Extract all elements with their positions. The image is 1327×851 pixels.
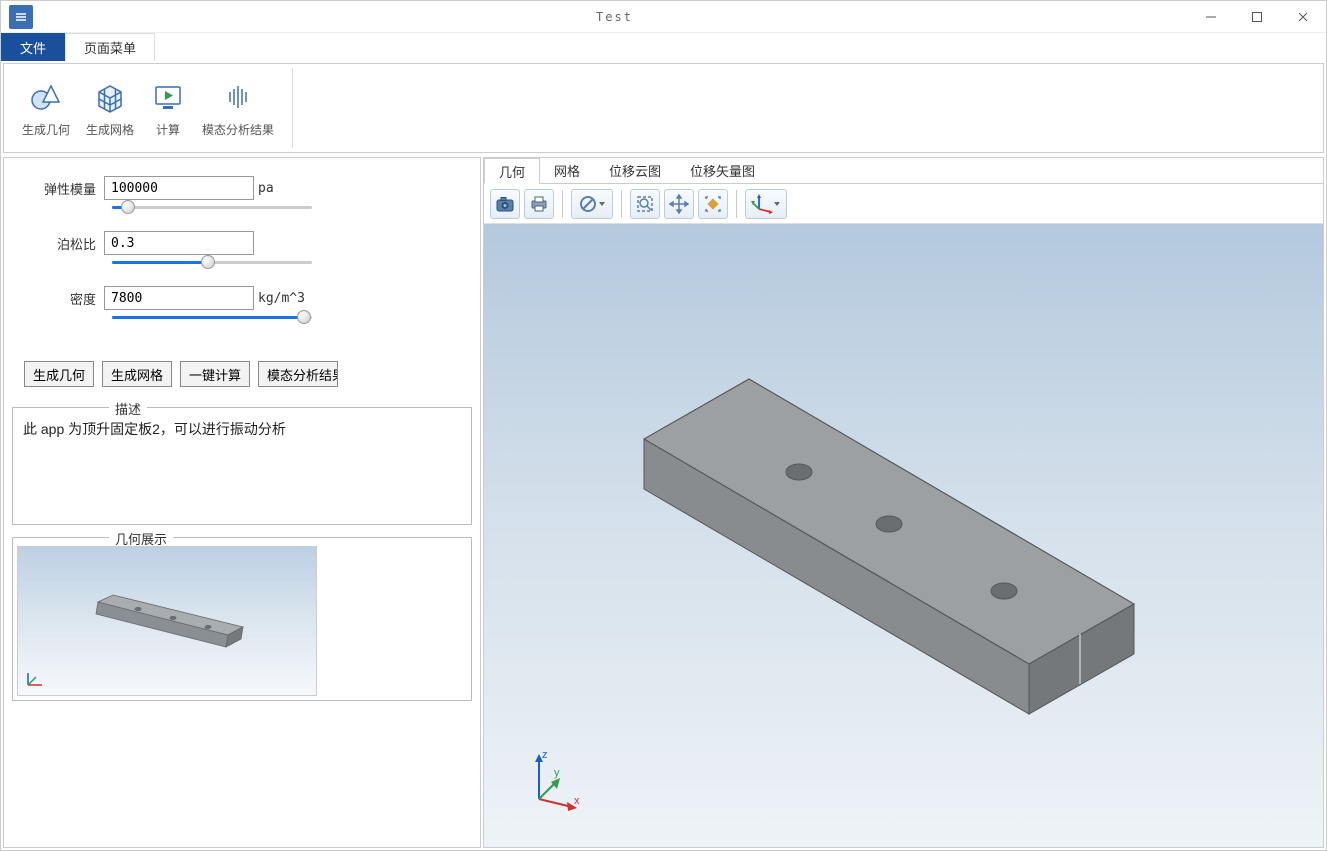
window-title: Test: [41, 10, 1188, 24]
tab-pagemenu[interactable]: 页面菜单: [65, 33, 155, 61]
zoom-fit-icon: [703, 194, 723, 214]
tab-mesh[interactable]: 网格: [540, 158, 595, 183]
zoom-box-button[interactable]: [630, 189, 660, 219]
ribbon-label: 计算: [156, 121, 180, 138]
param-label: 密度: [12, 289, 104, 308]
tab-displacement-cloud[interactable]: 位移云图: [595, 158, 676, 183]
toolbar-separator: [736, 190, 737, 218]
orientation-axes-button[interactable]: [745, 189, 787, 219]
param-poisson-ratio: 泊松比: [12, 231, 472, 255]
density-input[interactable]: [104, 286, 254, 310]
param-label: 泊松比: [12, 234, 104, 253]
ribbon: 生成几何 生成网格: [3, 63, 1324, 153]
shapes-icon: [28, 79, 64, 115]
viewer-toolbar: [484, 184, 1323, 224]
geometry-preview-fieldset: 几何展示: [12, 537, 472, 701]
titlebar: Test: [1, 1, 1326, 33]
param-density: 密度 kg/m^3: [12, 286, 472, 310]
print-icon: [529, 194, 549, 214]
param-label: 弹性模量: [12, 179, 104, 198]
ribbon-compute[interactable]: 计算: [142, 75, 194, 142]
elastic-modulus-slider[interactable]: [112, 206, 312, 209]
snapshot-button[interactable]: [490, 189, 520, 219]
tab-geometry[interactable]: 几何: [484, 158, 540, 184]
close-button[interactable]: [1280, 1, 1326, 33]
tab-file[interactable]: 文件: [1, 33, 65, 61]
zoom-box-icon: [635, 194, 655, 214]
maximize-button[interactable]: [1234, 1, 1280, 33]
camera-icon: [495, 194, 515, 214]
menu-tabs: 文件 页面菜单: [1, 33, 1326, 61]
pan-button[interactable]: [664, 189, 694, 219]
ribbon-label: 生成网格: [86, 121, 134, 138]
ribbon-label: 生成几何: [22, 121, 70, 138]
chevron-down-icon: [598, 194, 606, 214]
app-icon: [9, 5, 33, 29]
elastic-modulus-input[interactable]: [104, 176, 254, 200]
minimize-button[interactable]: [1188, 1, 1234, 33]
description-text: 此 app 为顶升固定板2，可以进行振动分析: [23, 418, 461, 514]
axis-z-label: z: [542, 749, 548, 761]
vibration-icon: [220, 79, 256, 115]
toolbar-separator: [562, 190, 563, 218]
axis-y-label: y: [554, 767, 560, 779]
fieldset-legend: 描述: [109, 399, 147, 418]
tab-displacement-vector[interactable]: 位移矢量图: [676, 158, 770, 183]
ribbon-modal-results[interactable]: 模态分析结果: [194, 75, 282, 142]
content-area: 弹性模量 pa 泊松比 密度 kg/m^3: [1, 155, 1326, 850]
density-slider[interactable]: [112, 316, 312, 319]
modal-analysis-results-button[interactable]: 模态分析结果: [258, 361, 338, 387]
param-unit: pa: [254, 181, 274, 196]
generate-mesh-button[interactable]: 生成网格: [102, 361, 172, 387]
action-buttons: 生成几何 生成网格 一键计算 模态分析结果: [24, 361, 472, 387]
description-fieldset: 描述 此 app 为顶升固定板2，可以进行振动分析: [12, 407, 472, 525]
mini-axis-icon: [22, 667, 46, 691]
chevron-down-icon: [773, 194, 781, 214]
pan-icon: [669, 194, 689, 214]
clear-selection-button[interactable]: [571, 189, 613, 219]
poisson-ratio-slider[interactable]: [112, 261, 312, 264]
param-unit: kg/m^3: [254, 291, 305, 306]
no-entry-icon: [578, 194, 598, 214]
print-button[interactable]: [524, 189, 554, 219]
axis-x-label: x: [574, 795, 580, 807]
cube-mesh-icon: [92, 79, 128, 115]
toolbar-separator: [621, 190, 622, 218]
window-controls: [1188, 1, 1326, 33]
ribbon-generate-geometry[interactable]: 生成几何: [14, 75, 78, 142]
play-monitor-icon: [150, 79, 186, 115]
param-elastic-modulus: 弹性模量 pa: [12, 176, 472, 200]
view-tabs: 几何 网格 位移云图 位移矢量图: [484, 158, 1323, 184]
3d-viewport[interactable]: z x y: [484, 224, 1323, 847]
parameters-panel: 弹性模量 pa 泊松比 密度 kg/m^3: [3, 157, 481, 848]
geometry-preview-viewport[interactable]: [17, 546, 317, 696]
ribbon-generate-mesh[interactable]: 生成网格: [78, 75, 142, 142]
axis-triad: z x y: [514, 744, 584, 817]
app-window: Test 文件 页面菜单: [0, 0, 1327, 851]
zoom-extents-button[interactable]: [698, 189, 728, 219]
axes-icon: [751, 193, 773, 215]
ribbon-label: 模态分析结果: [202, 121, 274, 138]
one-click-compute-button[interactable]: 一键计算: [180, 361, 250, 387]
main-view: 几何 网格 位移云图 位移矢量图: [483, 157, 1324, 848]
generate-geometry-button[interactable]: 生成几何: [24, 361, 94, 387]
poisson-ratio-input[interactable]: [104, 231, 254, 255]
